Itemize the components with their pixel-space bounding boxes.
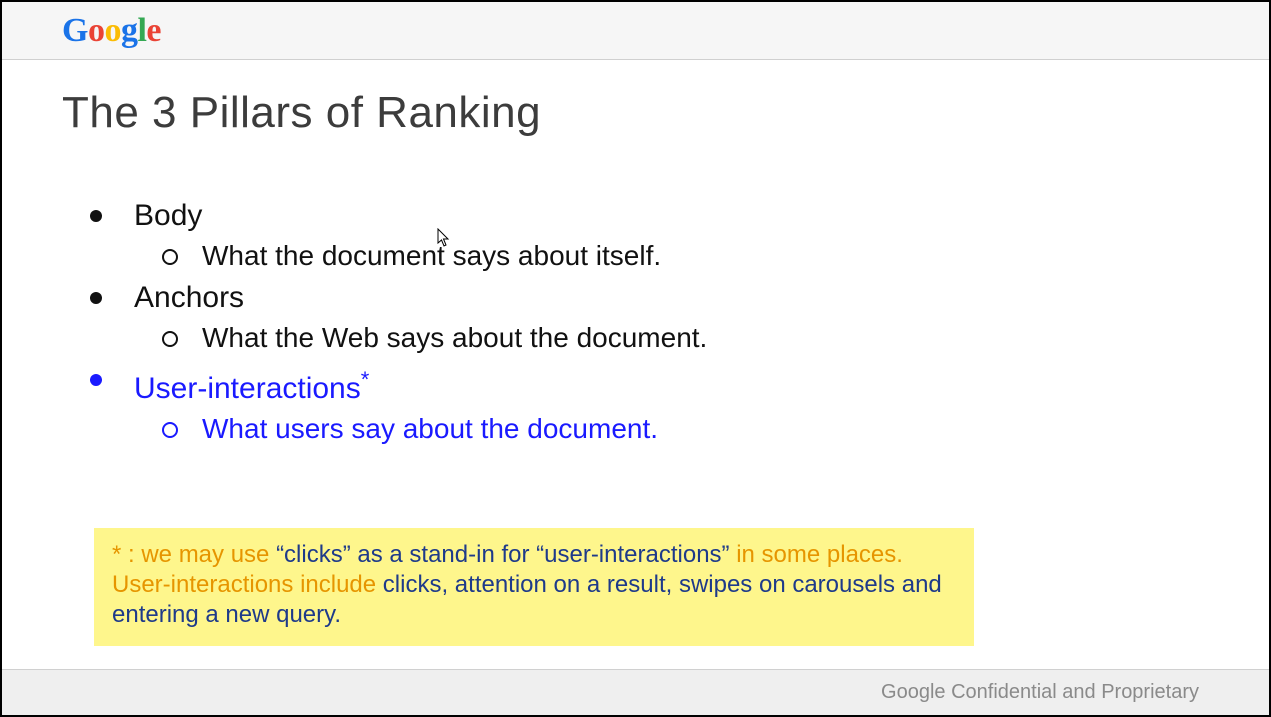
bullet-body: Body What the document says about itself… <box>90 196 1209 276</box>
footnote-text: “clicks” as a stand-in for “user-interac… <box>276 541 736 568</box>
asterisk: * <box>361 367 370 392</box>
slide: Google The 3 Pillars of Ranking Body Wha… <box>0 0 1271 717</box>
logo-letter-e: e <box>146 12 161 49</box>
logo-letter-o2: o <box>104 12 121 49</box>
footnote-box: * : we may use “clicks” as a stand-in fo… <box>94 528 974 646</box>
logo-letter-g2: g <box>121 12 138 49</box>
sub-item: What the document says about itself. <box>162 236 1209 276</box>
bullet-list: Body What the document says about itself… <box>62 196 1209 449</box>
bullet-anchors: Anchors What the Web says about the docu… <box>90 278 1209 358</box>
logo-letter-o1: o <box>88 12 105 49</box>
bullet-label: User-interactions <box>134 372 361 405</box>
sub-list: What the document says about itself. <box>134 236 1209 276</box>
footnote-text: User-interactions include <box>112 571 383 598</box>
footer-bar: Google Confidential and Proprietary <box>2 669 1269 715</box>
confidential-label: Google Confidential and Proprietary <box>881 681 1199 704</box>
google-logo: Google <box>62 12 161 50</box>
sub-list: What the Web says about the document. <box>134 318 1209 358</box>
slide-title: The 3 Pillars of Ranking <box>62 88 1209 138</box>
bullet-label: Anchors <box>134 281 244 314</box>
logo-letter-g1: G <box>62 12 88 49</box>
footnote-text: * : we may use <box>112 541 276 568</box>
sub-item: What the Web says about the document. <box>162 318 1209 358</box>
footnote-text: in some places. <box>736 541 903 568</box>
bullet-user-interactions: User-interactions* What users say about … <box>90 360 1209 449</box>
header-bar: Google <box>2 2 1269 60</box>
sub-list: What users say about the document. <box>134 409 1209 449</box>
bullet-label: Body <box>134 199 202 232</box>
sub-item: What users say about the document. <box>162 409 1209 449</box>
